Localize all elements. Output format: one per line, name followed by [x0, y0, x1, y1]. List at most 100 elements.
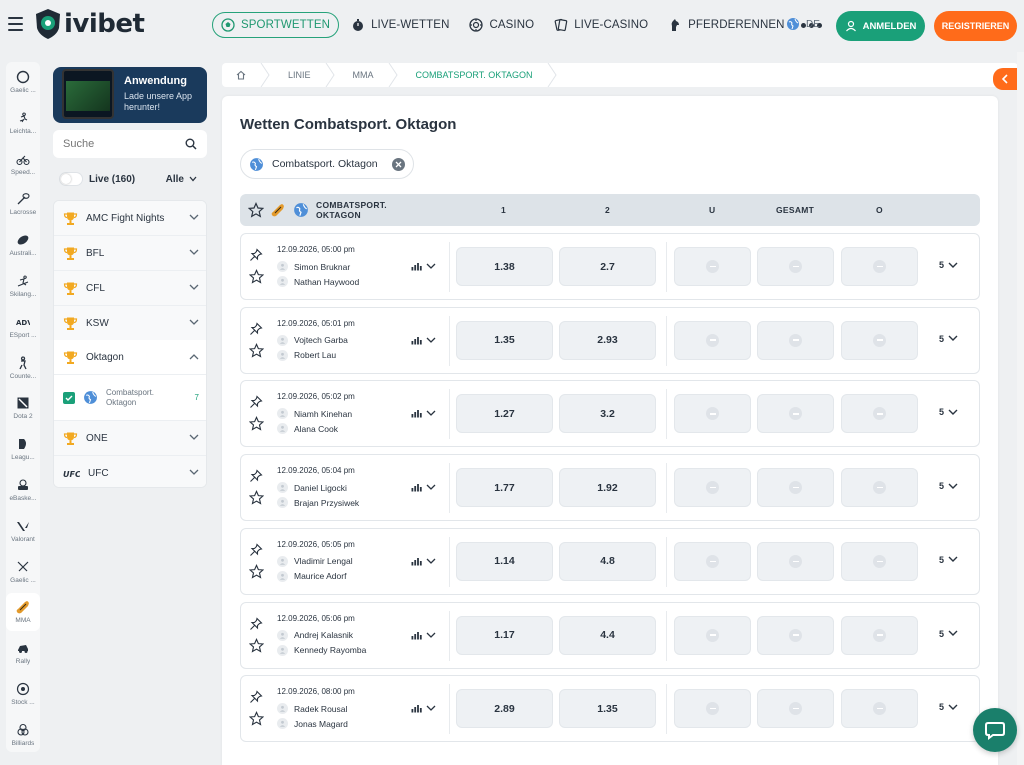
odd-2-button[interactable]: 4.4 — [559, 615, 656, 655]
star-icon[interactable] — [248, 342, 265, 358]
chevron-down-icon[interactable] — [426, 632, 436, 639]
stats-icon[interactable] — [411, 483, 422, 492]
chevron-down-icon[interactable] — [426, 558, 436, 565]
league-item[interactable]: UFC UFC — [54, 456, 206, 487]
chevron-down-icon[interactable] — [426, 410, 436, 417]
close-icon[interactable] — [392, 157, 405, 171]
odd-1-button[interactable]: 1.14 — [456, 541, 553, 581]
more-markets-button[interactable]: 5 — [939, 629, 958, 639]
match-row[interactable]: 12.09.2026, 05:01 pm Vojtech Garba Robert … — [240, 306, 980, 374]
league-item[interactable]: BFL — [54, 236, 206, 271]
match-row[interactable]: 12.09.2026, 05:05 pm Vladimir Lengal Mauri… — [240, 527, 980, 595]
match-stats[interactable] — [411, 631, 436, 640]
star-icon[interactable] — [248, 563, 265, 579]
league-item[interactable]: KSW — [54, 306, 206, 341]
breadcrumb-linie[interactable]: LINIE — [270, 63, 325, 87]
odd-1-button[interactable]: 2.89 — [456, 689, 553, 729]
brand-logo[interactable]: ivibet — [34, 8, 145, 40]
sport-rail-item[interactable]: Australi... — [6, 226, 40, 264]
odd-1-button[interactable]: 1.35 — [456, 320, 553, 360]
more-markets-button[interactable]: 5 — [939, 481, 958, 491]
chevron-down-icon[interactable] — [426, 337, 436, 344]
sport-rail-item[interactable]: Rally — [6, 634, 40, 672]
register-button[interactable]: REGISTRIEREN — [934, 11, 1017, 41]
match-stats[interactable] — [411, 262, 436, 271]
star-icon[interactable] — [248, 490, 265, 505]
sport-rail-item[interactable]: ADV ESport ... — [6, 308, 40, 346]
match-row[interactable]: 12.09.2026, 05:04 pm Daniel Ligocki Brajan… — [240, 454, 980, 522]
sport-rail-item[interactable]: Leichta... — [6, 104, 40, 142]
stats-icon[interactable] — [411, 557, 422, 566]
stats-icon[interactable] — [411, 336, 422, 345]
pin-icon[interactable] — [249, 322, 263, 336]
pin-icon[interactable] — [249, 248, 263, 262]
search-icon[interactable] — [185, 138, 197, 150]
sport-rail-item[interactable]: Speed... — [6, 145, 40, 183]
stats-icon[interactable] — [411, 704, 422, 713]
match-stats[interactable] — [411, 483, 436, 492]
nav-live-casino[interactable]: LIVE-CASINO — [546, 12, 656, 38]
filter-chip[interactable]: Combatsport. Oktagon — [240, 149, 414, 179]
league-item[interactable]: AMC Fight Nights — [54, 201, 206, 236]
sport-rail-item[interactable]: Counte... — [6, 349, 40, 387]
login-button[interactable]: ANMELDEN — [836, 11, 925, 41]
match-row[interactable]: 12.09.2026, 05:02 pm Niamh Kinehan Alana C… — [240, 380, 980, 448]
odd-2-button[interactable]: 1.35 — [559, 689, 656, 729]
stats-icon[interactable] — [411, 631, 422, 640]
collapse-panel-button[interactable] — [993, 68, 1017, 90]
odd-1-button[interactable]: 1.17 — [456, 615, 553, 655]
checkbox-checked[interactable] — [63, 391, 75, 404]
stats-icon[interactable] — [411, 409, 422, 418]
menu-icon[interactable] — [8, 17, 23, 31]
star-icon[interactable] — [248, 202, 264, 218]
match-row[interactable]: 12.09.2026, 08:00 pm Radek Rousal Jonas Ma… — [240, 675, 980, 743]
chevron-down-icon[interactable] — [426, 705, 436, 712]
sport-rail-item[interactable]: Stock ... — [6, 675, 40, 713]
pin-icon[interactable] — [249, 543, 263, 557]
app-download-banner[interactable]: Anwendung Lade unsere App herunter! — [53, 67, 207, 123]
sport-rail-item[interactable]: Lacrosse — [6, 185, 40, 223]
more-markets-button[interactable]: 5 — [939, 555, 958, 565]
sport-rail-item[interactable]: Gaelic ... — [6, 63, 40, 101]
live-toggle[interactable] — [59, 172, 83, 186]
odd-2-button[interactable]: 1.92 — [559, 468, 656, 508]
match-stats[interactable] — [411, 409, 436, 418]
odd-1-button[interactable]: 1.77 — [456, 468, 553, 508]
chevron-down-icon[interactable] — [426, 263, 436, 270]
chevron-down-icon[interactable] — [426, 484, 436, 491]
sport-rail-item[interactable]: Skilang... — [6, 267, 40, 305]
pin-icon[interactable] — [249, 469, 263, 483]
search-input[interactable] — [63, 138, 173, 150]
pin-icon[interactable] — [249, 616, 263, 631]
odd-1-button[interactable]: 1.27 — [456, 394, 553, 434]
breadcrumb-mma[interactable]: MMA — [335, 63, 388, 87]
star-icon[interactable] — [248, 637, 265, 653]
match-stats[interactable] — [411, 704, 436, 713]
stats-icon[interactable] — [411, 262, 422, 271]
pin-icon[interactable] — [249, 395, 263, 409]
odd-1-button[interactable]: 1.38 — [456, 247, 553, 286]
league-item[interactable]: Oktagon — [54, 340, 206, 375]
odd-2-button[interactable]: 3.2 — [559, 394, 656, 434]
more-markets-button[interactable]: 5 — [939, 407, 958, 417]
sport-rail-item[interactable]: Gaelic ... — [6, 553, 40, 591]
language-selector[interactable]: DE — [786, 17, 820, 31]
odd-2-button[interactable]: 2.7 — [559, 247, 656, 286]
nav-casino[interactable]: CASINO — [461, 12, 542, 38]
nav-sportwetten[interactable]: SPORTWETTEN — [212, 12, 340, 38]
sport-rail-item[interactable]: Billiards — [6, 716, 40, 754]
league-item[interactable]: ONE — [54, 421, 206, 456]
league-item[interactable]: CFL — [54, 271, 206, 306]
match-row[interactable]: 12.09.2026, 05:00 pm Simon Bruknar Nathan … — [240, 233, 980, 300]
match-stats[interactable] — [411, 557, 436, 566]
odd-2-button[interactable]: 2.93 — [559, 320, 656, 360]
sport-rail-item[interactable]: Leagu... — [6, 430, 40, 468]
sport-rail-item[interactable]: MMA — [6, 593, 40, 632]
chat-button[interactable] — [973, 708, 1017, 752]
sport-rail-item[interactable]: eBaske... — [6, 471, 40, 509]
match-row[interactable]: 12.09.2026, 05:06 pm Andrej Kalasnik Kenne… — [240, 601, 980, 669]
nav-live-wetten[interactable]: LIVE-WETTEN — [343, 12, 457, 38]
sub-league-combatsport-oktagon[interactable]: Combatsport. Oktagon 7 — [54, 375, 206, 421]
sport-rail-item[interactable]: Dota 2 — [6, 389, 40, 427]
pin-icon[interactable] — [249, 690, 263, 704]
